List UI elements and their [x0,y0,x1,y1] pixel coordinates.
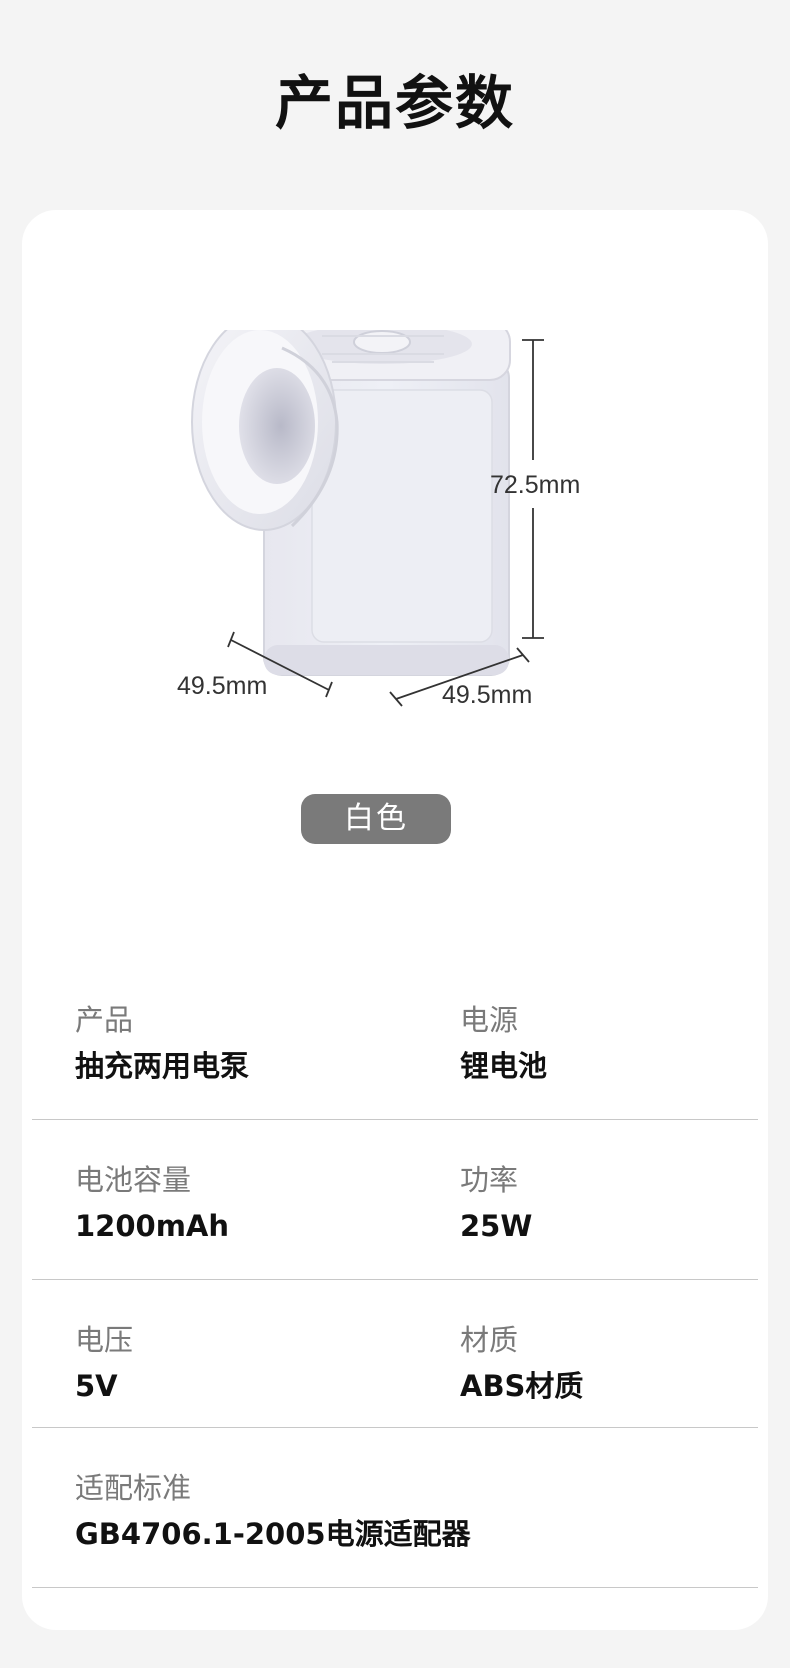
spec-label: 功率 [460,1163,519,1197]
spec-value: GB4706.1-2005电源适配器 [75,1517,471,1551]
spec-row: 电压 5V 材质 ABS材质 [32,1280,758,1428]
spec-value: 25W [460,1209,533,1243]
spec-value: 1200mAh [75,1209,230,1243]
height-label: 72.5mm [490,471,580,499]
spec-table: 产品 抽充两用电泵 电源 锂电池 电池容量 1200mAh 功率 25W 电压 … [32,960,758,1588]
spec-cell-product: 产品 抽充两用电泵 [75,960,249,1084]
nozzle-ring [191,330,339,531]
spec-cell-power: 功率 25W [460,1120,532,1244]
spec-label: 电源 [460,1003,519,1037]
spec-value: 抽充两用电泵 [75,1049,250,1083]
product-figure: 72.5mm 49.5mm 49.5mm [177,330,580,709]
spec-cell-battery-capacity: 电池容量 1200mAh [75,1120,229,1244]
spec-cell-material: 材质 ABS材质 [460,1280,583,1404]
color-badge: 白色 [301,794,451,844]
spec-label: 适配标准 [75,1471,192,1505]
spec-label: 材质 [460,1323,519,1357]
spec-cell-standard: 适配标准 GB4706.1-2005电源适配器 [75,1428,471,1552]
spec-cell-voltage: 电压 5V [75,1280,133,1404]
spec-row: 电池容量 1200mAh 功率 25W [32,1120,758,1280]
spec-row: 适配标准 GB4706.1-2005电源适配器 [32,1428,758,1588]
spec-value: 5V [75,1369,118,1403]
spec-label: 产品 [75,1003,134,1037]
spec-label: 电池容量 [75,1163,192,1197]
spec-cell-power-source: 电源 锂电池 [460,960,547,1084]
spec-card: 72.5mm 49.5mm 49.5mm 白色 产品 抽充两用电泵 电源 锂电池 [22,210,768,1630]
spec-label: 电压 [75,1323,134,1357]
spec-value: 锂电池 [460,1049,548,1083]
spec-row: 产品 抽充两用电泵 电源 锂电池 [32,960,758,1120]
width-label: 49.5mm [442,681,532,709]
spec-value: ABS材质 [460,1369,584,1403]
page-title: 产品参数 [274,69,515,137]
depth-label: 49.5mm [177,672,267,700]
